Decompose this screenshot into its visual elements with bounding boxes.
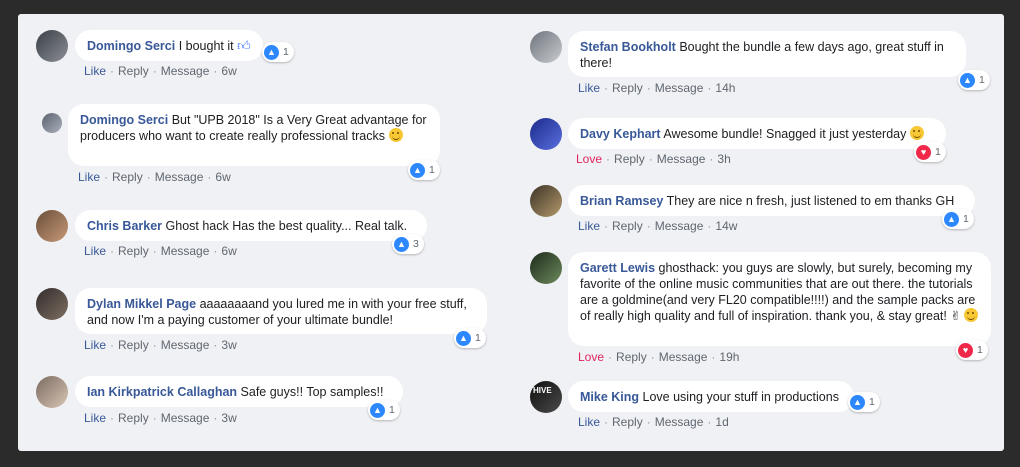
comment-time[interactable]: 3w [221,411,236,425]
message-button[interactable]: Message [161,411,210,425]
comment: Ian Kirkpatrick Callaghan Safe guys!! To… [18,14,504,434]
reaction-count[interactable]: ▲ 1 [368,400,400,420]
comment-bubble: Mike King Love using your stuff in produ… [568,381,854,412]
reaction-count[interactable]: ▲ 1 [848,392,880,412]
comment-time[interactable]: 1d [715,415,728,429]
comment-actions: Like · Reply · Message · 3w [84,411,237,425]
comment: Mike King Love using your stuff in produ… [518,14,1004,444]
comments-panel: Domingo Serci I bought it 👍︎ ▲ 1 Like · Re… [18,14,1004,451]
thumbs-up-icon: ▲ [850,394,865,410]
avatar[interactable] [36,376,68,408]
message-button[interactable]: Message [655,415,704,429]
like-button[interactable]: Like [84,411,106,425]
avatar[interactable] [530,381,562,413]
reply-button[interactable]: Reply [612,415,643,429]
comment-text: Safe guys!! Top samples!! [240,385,384,399]
thumbs-up-icon: ▲ [370,402,385,418]
comment-actions: Like · Reply · Message · 1d [578,415,729,429]
comment-bubble: Ian Kirkpatrick Callaghan Safe guys!! To… [75,376,403,407]
like-button[interactable]: Like [578,415,600,429]
comment-text: Love using your stuff in productions [642,390,839,404]
comment-author[interactable]: Ian Kirkpatrick Callaghan [87,385,237,399]
reply-button[interactable]: Reply [118,411,149,425]
comment-author[interactable]: Mike King [580,390,639,404]
